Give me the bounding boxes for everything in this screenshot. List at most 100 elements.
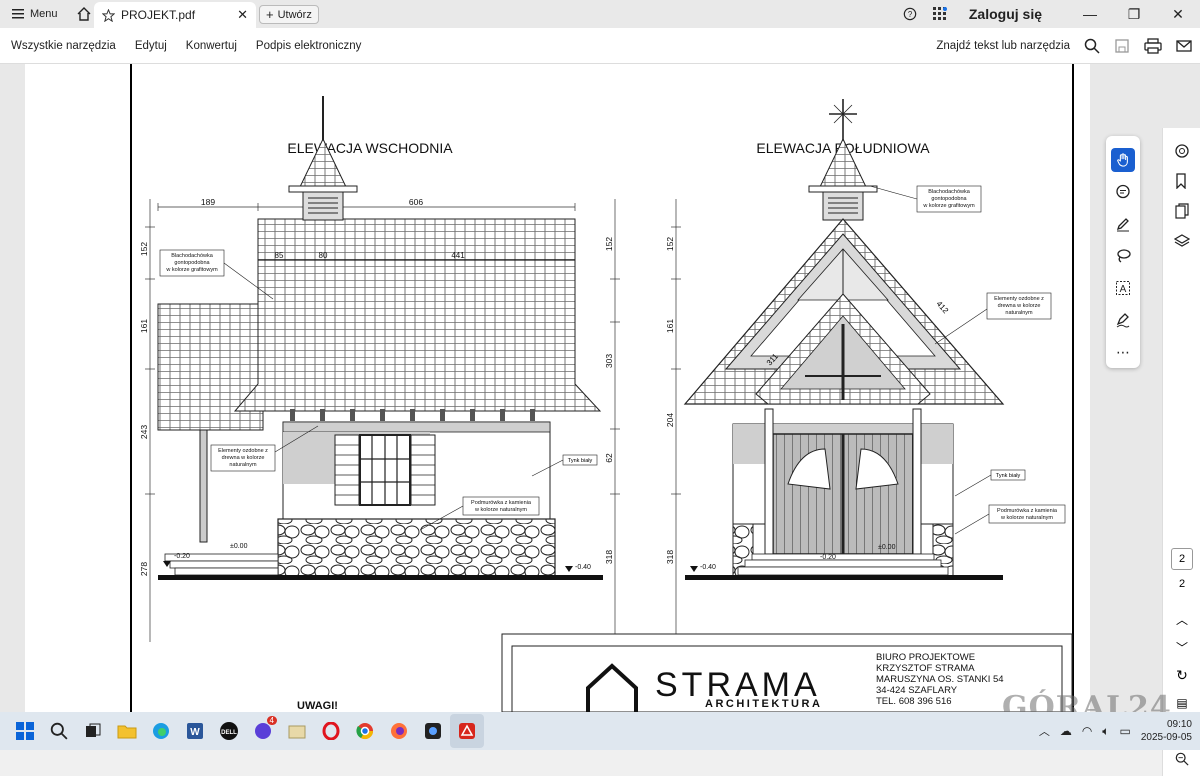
camera-app-button[interactable] [416,714,450,748]
logo-sub: ARCHITEKTURA [705,698,822,710]
chevron-down-icon: ﹀ [1175,640,1188,655]
comment-tool-button[interactable] [1111,180,1135,204]
zoom-out-icon [1175,752,1189,766]
wifi-icon[interactable]: ◠ [1082,724,1092,738]
search-icon[interactable] [1084,38,1100,54]
zoom-out-button[interactable] [1171,748,1193,770]
south-note-stone-line1: Podmurówka z kamienia [997,508,1058,514]
plus-icon: + [266,7,274,22]
menu-button[interactable]: Menu [0,0,70,28]
east-dim-right-low: 62 [604,453,614,463]
login-button[interactable]: Zaloguj się [969,6,1042,22]
firefox-button[interactable] [382,714,416,748]
south-level-b: -0.20 [820,554,836,561]
find-tools-label[interactable]: Znajdź tekst lub narzędzia [936,40,1070,52]
onedrive-icon[interactable]: ☁ [1060,724,1072,738]
east-note-roof-line1: Blachodachówka [171,253,214,259]
copy-pages-icon [1175,203,1189,219]
files-icon [288,725,306,739]
dell-button[interactable]: DELL [212,714,246,748]
email-icon[interactable] [1176,39,1192,53]
star-icon[interactable] [102,8,115,22]
east-tower [288,96,358,221]
close-window-icon: ✕ [1172,5,1184,22]
document-viewer[interactable]: ELEWACJA WSCHODNIA 152 161 243 278 152 3… [0,64,1200,776]
messenger-button[interactable]: 4 [246,714,280,748]
minimize-button[interactable]: — [1068,0,1112,28]
start-button[interactable] [8,714,42,748]
print-icon[interactable] [1144,38,1162,54]
menu-edit[interactable]: Edytuj [135,40,167,52]
pen-icon [1116,218,1129,232]
save-icon[interactable] [1114,38,1130,54]
word-button[interactable]: W [178,714,212,748]
east-elevation-title: ELEWACJA WSCHODNIA [287,140,453,156]
lasso-tool-button[interactable] [1111,244,1135,268]
volume-icon[interactable]: 🔈︎ [1102,724,1109,739]
page-view-button[interactable]: ▤ [1171,692,1193,714]
east-level-a: -0.20 [174,553,190,560]
layers-button[interactable] [1171,230,1193,252]
previous-page-button[interactable]: ︿ [1171,608,1193,630]
taskbar-search-button[interactable] [42,714,76,748]
edge-button[interactable] [144,714,178,748]
task-view-icon [86,723,101,737]
help-button[interactable]: ? [895,0,925,28]
total-pages-label: 2 [1178,578,1186,590]
rotate-icon: ↻ [1176,666,1188,683]
bookmarks-button[interactable] [1171,170,1193,192]
south-note-wood-line1: Elementy ozdobne z [994,296,1044,302]
next-page-button[interactable]: ﹀ [1171,636,1193,658]
page-view-icon: ▤ [1176,696,1188,710]
more-tools-button[interactable]: ⋯ [1111,340,1135,364]
files-button[interactable] [280,714,314,748]
office-line-3: MARUSZYNA OS. STANKI 54 [876,674,1004,685]
title-bar: Menu PROJEKT.pdf ✕ + Utwórz ? Zaloguj si… [0,0,1200,28]
south-dim-left-bottom: 318 [665,550,675,564]
draw-tool-button[interactable] [1111,212,1135,236]
maximize-button[interactable]: ❐ [1112,0,1156,28]
rotate-button[interactable]: ↻ [1171,664,1193,686]
menu-e-signature[interactable]: Podpis elektroniczny [256,40,361,52]
south-note-roof-line1: Blachodachówka [928,189,971,195]
east-main-roof [233,218,602,412]
east-dim-left-mid: 161 [139,319,149,333]
battery-icon[interactable]: ▭ [1120,724,1131,738]
clock-time: 09:10 [1166,719,1192,730]
apps-icon [932,7,947,20]
sign-tool-button[interactable] [1111,308,1135,332]
document-tab[interactable]: PROJEKT.pdf ✕ [94,2,256,28]
east-dim-inner-b: 80 [319,251,328,260]
south-dim-roof-a: 412 [935,299,951,315]
task-view-button[interactable] [76,714,110,748]
file-explorer-button[interactable] [110,714,144,748]
text-select-button[interactable]: A [1111,276,1135,300]
clock[interactable]: 09:10 2025-09-05 [1141,718,1192,744]
ai-assistant-button[interactable] [1171,140,1193,162]
east-dim-left-low: 243 [139,425,149,439]
east-note-wood-line1: Elementy ozdobne z [218,448,268,454]
pages-button[interactable] [1171,200,1193,222]
folder-icon [117,725,137,739]
more-icon: ⋯ [1116,343,1130,360]
new-tab-button[interactable]: + Utwórz [259,5,319,24]
opera-button[interactable] [314,714,348,748]
search-icon [50,722,68,740]
east-dim-right-top: 152 [604,237,614,251]
south-note-wood: Elementy ozdobne z drewna w kolorze natu… [934,292,1052,345]
comment-icon [1116,184,1130,199]
office-line-1: BIURO PROJEKTOWE [876,652,975,663]
hand-tool-button[interactable] [1111,148,1135,172]
east-dim-left-bottom: 278 [139,562,149,576]
close-window-button[interactable]: ✕ [1156,0,1200,28]
menu-all-tools[interactable]: Wszystkie narzędzia [11,40,116,52]
apps-button[interactable] [925,0,955,28]
east-dim-left-top: 152 [139,242,149,256]
menu-convert[interactable]: Konwertuj [186,40,237,52]
acrobat-button[interactable] [450,714,484,748]
close-icon[interactable]: ✕ [237,7,248,23]
chrome-button[interactable] [348,714,382,748]
notification-badge: 4 [266,716,277,725]
current-page-input[interactable]: 2 [1171,548,1193,570]
chevron-up-icon[interactable]: ︿ [1039,723,1050,739]
